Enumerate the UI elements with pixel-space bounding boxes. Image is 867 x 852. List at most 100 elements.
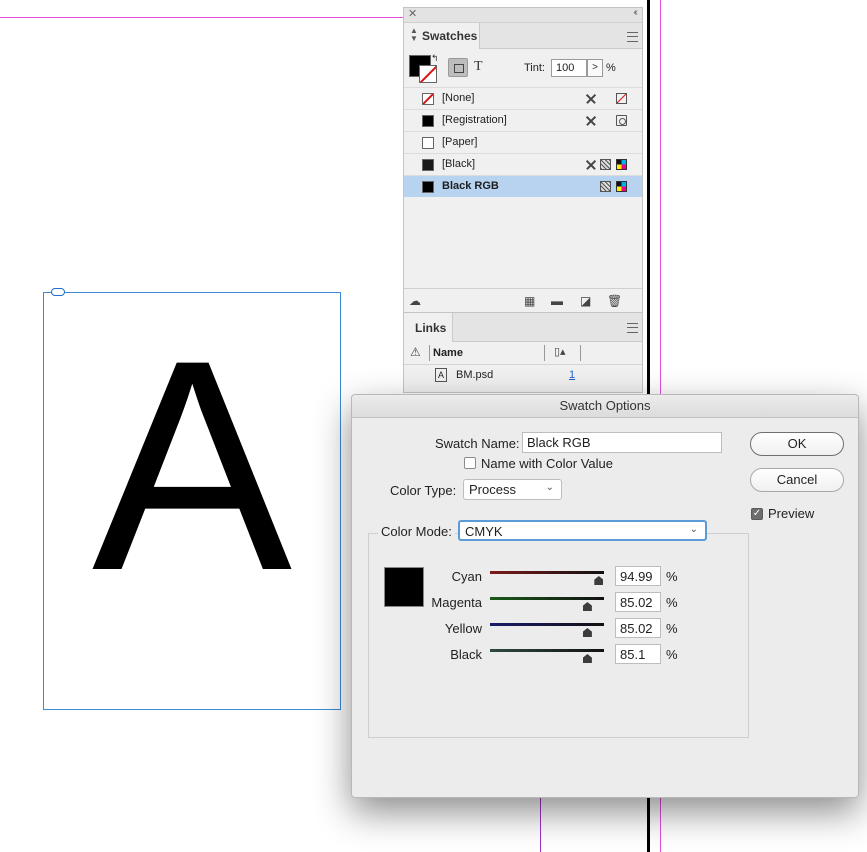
tab-links[interactable]: Links (404, 313, 453, 342)
column-separator (580, 345, 581, 361)
link-page-number[interactable]: 1 (569, 369, 575, 381)
swatch-chip (422, 115, 434, 127)
formatting-text-button[interactable]: T (474, 59, 483, 75)
none-mode-icon (616, 93, 627, 104)
color-type-select[interactable]: Process ⌄ (463, 479, 562, 500)
column-guide (540, 796, 541, 852)
swatch-chip (422, 159, 434, 171)
dialog-title: Swatch Options (559, 398, 651, 413)
swatch-row-registration[interactable]: [Registration] (404, 109, 642, 131)
tint-stepper-button[interactable]: > (587, 59, 603, 77)
swatches-panel: ✕ ‹‹ ▲ ▼ Swatches ↰ T Tint: 100 > % [None… (403, 7, 643, 313)
cmyk-mode-icon (616, 181, 627, 192)
slider-label-black: Black (450, 647, 482, 662)
color-mode-select[interactable]: CMYK ⌄ (458, 520, 707, 541)
swatch-chip (422, 181, 434, 193)
link-row[interactable]: A BM.psd 1 (404, 366, 642, 386)
link-badge-icon[interactable] (51, 288, 65, 296)
ok-button[interactable]: OK (750, 432, 844, 456)
name-with-color-checkbox[interactable] (464, 457, 476, 469)
new-color-group-icon[interactable]: ▬ (551, 295, 563, 307)
slider-value-cyan[interactable]: 94.99 (615, 566, 661, 586)
swatch-name: [Paper] (442, 136, 478, 148)
tab-swatches-label: Swatches (422, 29, 478, 43)
link-name: BM.psd (456, 369, 494, 381)
slider-unit: % (666, 621, 678, 636)
panel-menu-icon[interactable] (627, 32, 638, 42)
swatch-name-input[interactable]: Black RGB (522, 432, 722, 453)
stroke-swatch[interactable] (419, 65, 437, 83)
slider-value-magenta[interactable]: 85.02 (615, 592, 661, 612)
updown-icon: ▲ ▼ (410, 26, 418, 43)
preview-checkbox[interactable]: ✓ (751, 508, 763, 520)
tab-links-label: Links (415, 321, 447, 335)
color-type-value: Process (469, 482, 516, 497)
collapse-icon[interactable]: ‹‹ (633, 7, 637, 18)
swatch-row-paper[interactable]: [Paper] (404, 131, 642, 153)
slider-label-cyan: Cyan (451, 569, 482, 584)
formatting-container-button[interactable] (448, 58, 468, 77)
slider-value-yellow[interactable]: 85.02 (615, 618, 661, 638)
process-color-icon (600, 159, 611, 170)
tint-unit: % (606, 62, 616, 74)
swatch-chip (422, 137, 434, 149)
swatch-row-black-rgb[interactable]: Black RGB (404, 175, 642, 197)
swatches-footer: ☁ ▦ ▬ ◪ 🗑 (404, 288, 642, 313)
dialog-titlebar: Swatch Options (352, 395, 858, 418)
slider-unit: % (666, 647, 678, 662)
warning-icon: ⚠ (410, 345, 421, 359)
placed-graphic-letter: A (91, 297, 293, 633)
links-header: ⚠ Name ▯▴ (404, 342, 642, 365)
swatch-row-black[interactable]: [Black] (404, 153, 642, 175)
slider-value-black[interactable]: 85.1 (615, 644, 661, 664)
slider-track-magenta[interactable] (490, 597, 604, 600)
swatch-name-label: Swatch Name: (435, 436, 520, 451)
slider-track-yellow[interactable] (490, 623, 604, 626)
non-editable-icon (585, 159, 596, 170)
slider-track-black[interactable] (490, 649, 604, 652)
cloud-library-icon[interactable]: ☁ (409, 295, 421, 307)
swap-fill-stroke-icon[interactable]: ↰ (431, 53, 439, 64)
color-type-label: Color Type: (390, 483, 457, 498)
swatch-view-icon[interactable]: ▦ (524, 295, 535, 307)
slider-label-yellow: Yellow (444, 621, 482, 636)
cmyk-mode-icon (616, 159, 627, 170)
preview-label: Preview (768, 506, 815, 521)
links-panel: Links ⚠ Name ▯▴ A BM.psd 1 (403, 313, 643, 393)
tint-label: Tint: (524, 62, 545, 74)
link-file-icon: A (435, 368, 447, 382)
margin-guide-top (0, 17, 404, 18)
non-editable-icon (585, 93, 596, 104)
slider-unit: % (666, 569, 678, 584)
cancel-button[interactable]: Cancel (750, 468, 844, 492)
color-mode-label: Color Mode: (378, 524, 455, 539)
swatch-row-none[interactable]: [None] (404, 87, 642, 109)
tint-input[interactable]: 100 (551, 59, 587, 77)
chevron-down-icon: ⌄ (689, 524, 698, 535)
column-name-header[interactable]: Name (433, 347, 463, 359)
graphic-frame[interactable]: A (43, 292, 341, 710)
swatch-name: [Registration] (442, 114, 507, 126)
swatch-list: [None] [Registration] [Paper] [Black] Bl… (404, 87, 642, 197)
page-column-icon[interactable]: ▯▴ (554, 345, 566, 358)
swatch-name: Black RGB (442, 180, 499, 192)
non-editable-icon (585, 115, 596, 126)
swatch-name: [None] (442, 92, 475, 104)
slider-unit: % (666, 595, 678, 610)
new-swatch-icon[interactable]: ◪ (580, 295, 591, 307)
column-separator (544, 345, 545, 361)
panel-tab-row: ▲ ▼ Swatches (404, 23, 642, 49)
color-mode-value: CMYK (465, 524, 503, 539)
close-icon[interactable]: ✕ (408, 7, 417, 20)
delete-swatch-icon[interactable]: 🗑 (607, 295, 622, 307)
swatch-options-dialog: Swatch Options Swatch Name: Black RGB Na… (351, 394, 859, 798)
tab-swatches[interactable]: ▲ ▼ Swatches (404, 23, 480, 49)
process-color-icon (600, 181, 611, 192)
name-with-color-label: Name with Color Value (481, 456, 613, 471)
swatch-chip (422, 93, 434, 105)
swatch-name: [Black] (442, 158, 476, 170)
panel-menu-icon[interactable] (627, 323, 638, 333)
slider-label-magenta: Magenta (431, 595, 482, 610)
chevron-down-icon: ⌄ (545, 482, 554, 493)
slider-track-cyan[interactable] (490, 571, 604, 574)
